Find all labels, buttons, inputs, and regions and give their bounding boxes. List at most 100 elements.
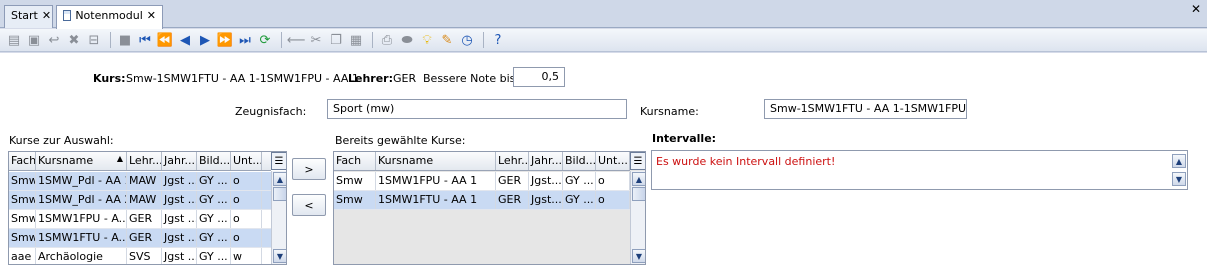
scroll-up-icon[interactable]: ▲ (632, 172, 645, 186)
bessere-note-input[interactable]: 0,5 (513, 67, 565, 87)
scroll-down-icon[interactable]: ▼ (632, 249, 645, 263)
table-row[interactable]: Smw 1SMW_Pdl - AA 2 MAW Jgst ... GY ... … (9, 191, 271, 210)
paste-icon[interactable]: ▦ (347, 31, 365, 49)
cell-jahrgang: Jgst ... (162, 191, 197, 209)
remove-course-button[interactable]: < (292, 194, 326, 216)
table-row[interactable]: Smw 1SMW_Pdl - AA 1 MAW Jgst ... GY ... … (9, 172, 271, 191)
intervalle-label: Intervalle: (652, 132, 717, 145)
next-icon[interactable]: ▶ (196, 31, 214, 49)
tab-notenmodul[interactable]: Notenmodul ✕ (56, 5, 163, 29)
last-icon[interactable]: ⏭ (236, 31, 254, 49)
cell-lehrer: GER (127, 210, 162, 228)
column-header-bildungsgang[interactable]: Bild... (197, 152, 231, 170)
scroll-up-icon[interactable]: ▲ (273, 172, 286, 186)
cell-bildungsgang: GY ... (197, 248, 231, 264)
preview-icon[interactable]: ⬬ (398, 31, 416, 49)
refresh-icon[interactable]: ⟳ (256, 31, 274, 49)
copy-icon[interactable]: ❐ (327, 31, 345, 49)
scroll-up-icon[interactable]: ▲ (1172, 154, 1186, 168)
scrollbar[interactable]: ▲ ▼ (1171, 151, 1187, 189)
kursname-field[interactable]: Smw-1SMW1FTU - AA 1-1SMW1FPU - (764, 99, 967, 119)
new-icon[interactable]: ▤ (5, 31, 23, 49)
tab-start[interactable]: Start ✕ (4, 5, 53, 28)
first-icon[interactable]: ⏮ (136, 31, 154, 49)
cell-lehrer: GER (127, 229, 162, 247)
column-header-unterricht[interactable]: Unt... (231, 152, 262, 170)
tab-bar: Start ✕ Notenmodul ✕ ✕ (0, 0, 1207, 29)
cell-bildungsgang: GY ... (197, 172, 231, 190)
scroll-down-icon[interactable]: ▼ (1172, 172, 1186, 186)
table-row[interactable]: aae Archäologie SVS Jgst ... GY ... w (9, 248, 271, 264)
table-row[interactable]: Smw 1SMW1FPU - A... GER Jgst ... GY ... … (9, 210, 271, 229)
close-window-icon[interactable]: ✕ (1191, 2, 1201, 16)
intervalle-field[interactable]: Es wurde kein Intervall definiert! ▲ ▼ (651, 150, 1188, 190)
separator (281, 32, 282, 48)
save-icon[interactable]: ▣ (25, 31, 43, 49)
lehrer-label: Lehrer: (348, 72, 394, 85)
scroll-thumb[interactable] (632, 187, 645, 201)
add-course-button[interactable]: > (292, 158, 326, 180)
cell-fach: Smw (9, 229, 36, 247)
cell-lehrer: MAW (127, 172, 162, 190)
cell-kursname: 1SMW1FPU - AA 1 (376, 172, 496, 190)
prev-icon[interactable]: ◀ (176, 31, 194, 49)
kurs-label: Kurs: (93, 72, 126, 85)
scroll-thumb[interactable] (273, 187, 286, 201)
help-icon[interactable]: ? (489, 31, 507, 49)
separator (110, 32, 111, 48)
table-row[interactable]: Smw 1SMW1FPU - AA 1 GER Jgst... GY ... o (334, 172, 630, 191)
cell-jahrgang: Jgst ... (162, 229, 197, 247)
grid-header: Fach Kursname ▲ Lehr... Jahr... Bild... U… (9, 152, 271, 171)
print-icon[interactable]: ⎙ (378, 31, 396, 49)
column-header-kursname[interactable]: Kursname ▲ (36, 152, 127, 170)
column-header-lehrer[interactable]: Lehr... (496, 152, 529, 170)
column-header-jahrgang[interactable]: Jahr... (529, 152, 563, 170)
column-header-unterricht[interactable]: Unt... (596, 152, 630, 170)
next-page-icon[interactable]: ⏩ (216, 31, 234, 49)
cell-kursname: 1SMW1FTU - A... (36, 229, 127, 247)
column-chooser-icon[interactable]: ☰ (271, 152, 286, 170)
intervalle-message: Es wurde kein Intervall definiert! (656, 155, 836, 168)
clock-icon[interactable]: ◷ (458, 31, 476, 49)
cut-icon[interactable]: ✂ (307, 31, 325, 49)
eraser-icon[interactable]: ✎ (438, 31, 456, 49)
toolbar: ▤ ▣ ↩ ✖ ⊟ ■ ⏮ ⏪ ◀ ▶ ⏩ ⏭ ⟳ ⟵ ✂ ❐ ▦ ⎙ ⬬ 💡︎… (0, 29, 1207, 52)
column-header-lehrer[interactable]: Lehr... (127, 152, 162, 170)
zeugnisfach-field[interactable]: Sport (mw) (327, 99, 627, 119)
cell-kursname: 1SMW1FPU - A... (36, 210, 127, 228)
column-header-jahrgang[interactable]: Jahr... (162, 152, 197, 170)
close-icon[interactable]: ✕ (42, 9, 51, 22)
cell-kursname: 1SMW_Pdl - AA 2 (36, 191, 127, 209)
back-arrow-icon[interactable]: ⟵ (287, 31, 306, 49)
prev-page-icon[interactable]: ⏪ (156, 31, 174, 49)
lehrer-value: GER (393, 72, 417, 85)
cell-bildungsgang: GY ... (197, 210, 231, 228)
lightbulb-icon[interactable]: 💡︎ (418, 31, 436, 49)
kurse-zur-auswahl-grid: Fach Kursname ▲ Lehr... Jahr... Bild... U… (8, 151, 287, 265)
zeugnisfach-label: Zeugnisfach: (235, 105, 307, 118)
table-row[interactable]: Smw 1SMW1FTU - AA 1 GER Jgst... GY ... o (334, 191, 630, 210)
table-row[interactable]: Smw 1SMW1FTU - A... GER Jgst ... GY ... … (9, 229, 271, 248)
scroll-down-icon[interactable]: ▼ (273, 249, 286, 263)
scrollbar[interactable]: ▲ ▼ (271, 171, 286, 264)
sort-ascending-icon: ▲ (116, 154, 123, 163)
undo-icon[interactable]: ↩ (45, 31, 63, 49)
cell-fach: Smw (334, 172, 376, 190)
column-header-kursname[interactable]: Kursname (376, 152, 496, 170)
column-chooser-icon[interactable]: ☰ (630, 152, 645, 170)
scrollbar[interactable]: ▲ ▼ (630, 171, 645, 264)
cell-unterricht: o (231, 191, 262, 209)
folder-icon[interactable]: ■ (116, 31, 134, 49)
cell-jahrgang: Jgst ... (162, 248, 197, 264)
column-header-fach[interactable]: Fach (334, 152, 376, 170)
cell-kursname: Archäologie (36, 248, 127, 264)
cell-bildungsgang: GY ... (563, 172, 596, 190)
cancel-icon[interactable]: ⊟ (85, 31, 103, 49)
tab-notenmodul-label: Notenmodul (75, 9, 143, 22)
column-header-fach[interactable]: Fach (9, 152, 36, 170)
cell-jahrgang: Jgst... (529, 191, 563, 209)
column-header-bildungsgang[interactable]: Bild... (563, 152, 596, 170)
delete-icon[interactable]: ✖ (65, 31, 83, 49)
close-icon[interactable]: ✕ (147, 9, 156, 22)
cell-unterricht: o (231, 229, 262, 247)
